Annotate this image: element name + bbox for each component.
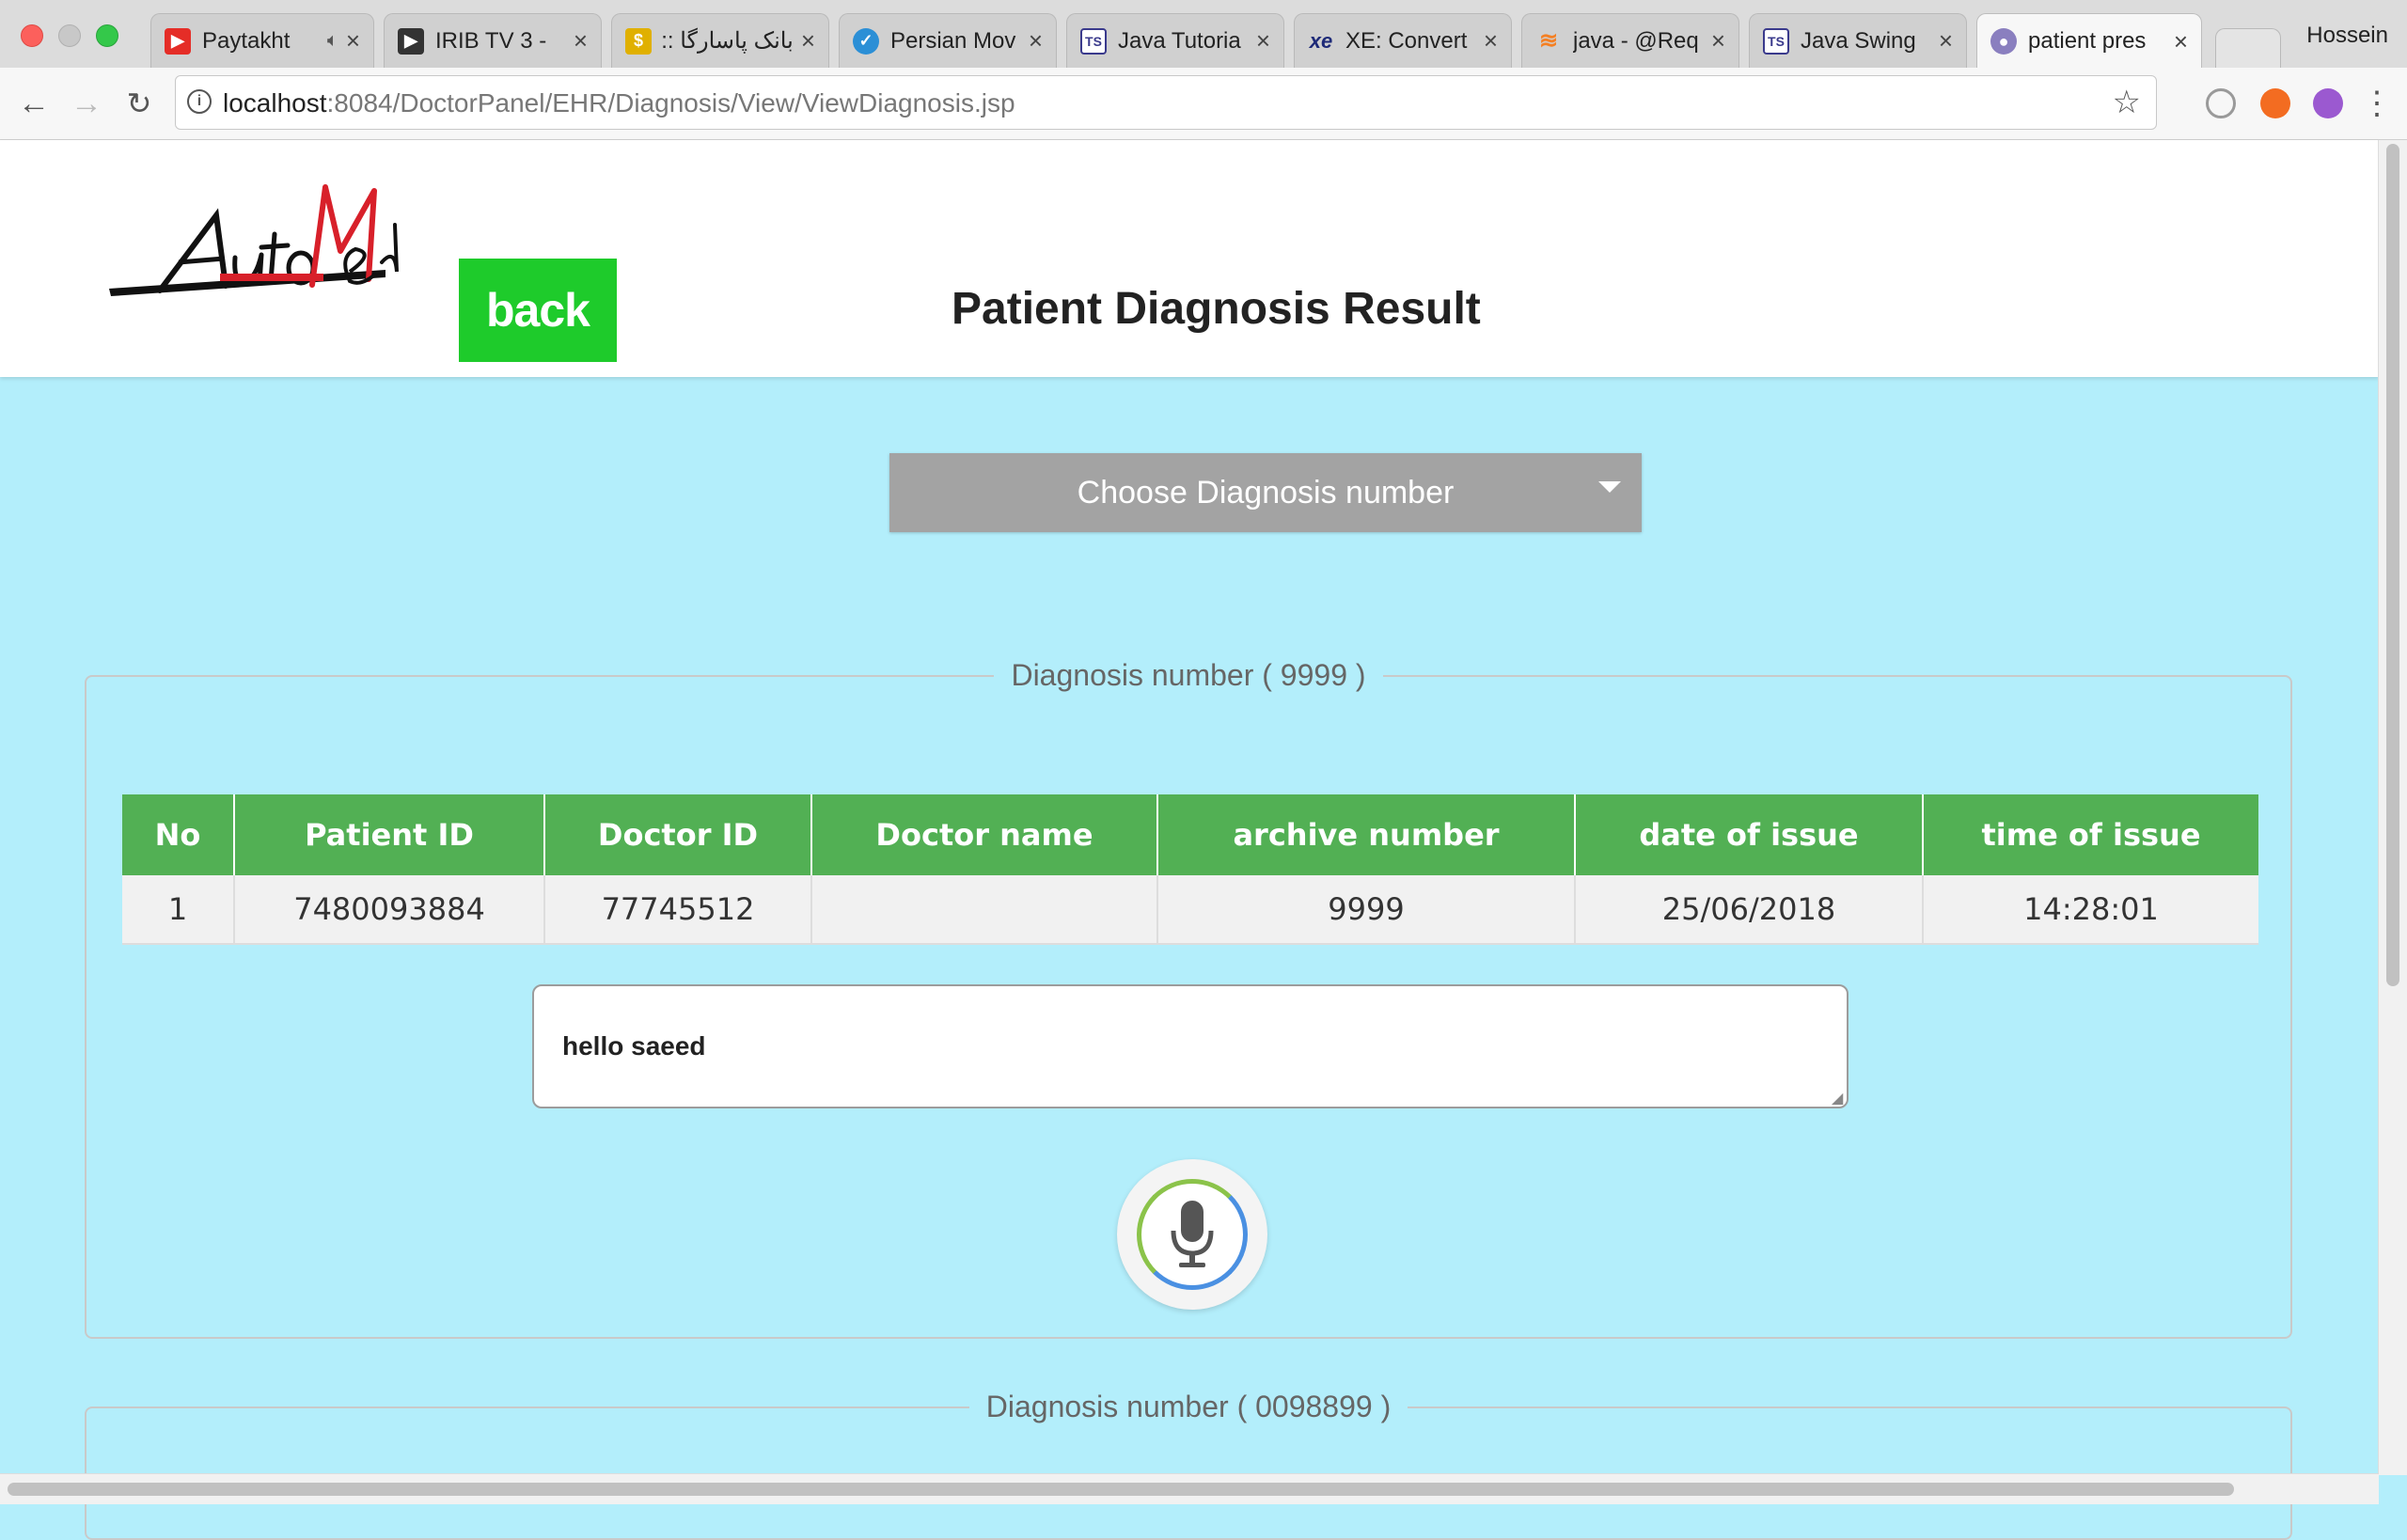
browser-tab[interactable]: $ بانک پاسارگا :: ×: [611, 13, 829, 68]
cell-no: 1: [122, 875, 235, 945]
avatar-icon: ●: [1990, 28, 2017, 55]
page-title: Patient Diagnosis Result: [952, 284, 1481, 334]
horizontal-scrollbar[interactable]: [0, 1473, 2379, 1504]
flame-extension-icon[interactable]: [2260, 88, 2290, 118]
browser-tab[interactable]: TS Java Tutoria ×: [1066, 13, 1284, 68]
tab-title: IRIB TV 3 -: [435, 27, 547, 54]
tab-title: patient pres: [2028, 28, 2147, 54]
close-icon[interactable]: ×: [1711, 26, 1725, 55]
column-header: time of issue: [1923, 794, 2258, 875]
table-row: 1 7480093884 77745512 9999 25/06/2018 14…: [122, 875, 2258, 945]
diagnosis-note-textarea[interactable]: hello saeed: [532, 984, 1849, 1108]
tab-title: بانک پاسارگا ::: [663, 28, 794, 54]
document-icon: TS: [1763, 27, 1789, 55]
maximize-window-button[interactable]: [96, 24, 118, 47]
column-header: Doctor ID: [544, 794, 812, 875]
tab-title: Paytakht: [202, 27, 291, 54]
play-icon: ▶: [398, 27, 424, 55]
tab-title: XE: Convert: [1345, 27, 1468, 54]
resize-grip-icon[interactable]: ◢: [1832, 1092, 1847, 1107]
close-icon[interactable]: ×: [346, 26, 360, 55]
url-path: :8084/DoctorPanel/EHR/Diagnosis/View/Vie…: [326, 88, 1015, 118]
browser-tab[interactable]: ✓ Persian Mov ×: [839, 13, 1057, 68]
menu-icon[interactable]: ⋮: [2358, 85, 2396, 122]
browser-tab[interactable]: ≋ java - @Req ×: [1521, 13, 1739, 68]
diagnosis-card: Diagnosis number ( 0098899 ): [85, 1390, 2292, 1540]
cell-patient-id: 7480093884: [234, 875, 545, 945]
bookmark-star-icon[interactable]: ☆: [2113, 84, 2141, 121]
column-header: date of issue: [1575, 794, 1924, 875]
tab-title: java - @Req: [1573, 27, 1699, 54]
browser-toolbar: ← → ↻ i localhost:8084/DoctorPanel/EHR/D…: [0, 68, 2407, 140]
diagnosis-card: Diagnosis number ( 9999 ) No Patient ID …: [85, 658, 2292, 1339]
bank-icon: $: [625, 27, 652, 55]
cell-time-of-issue: 14:28:01: [1923, 875, 2258, 945]
tab-title: Java Swing: [1801, 27, 1916, 54]
back-button[interactable]: back: [459, 259, 617, 362]
cell-doctor-name: [811, 875, 1158, 945]
info-icon[interactable]: i: [187, 89, 212, 114]
browser-tab[interactable]: TS Java Swing ×: [1749, 13, 1967, 68]
browser-tab[interactable]: ▶ IRIB TV 3 - ×: [384, 13, 602, 68]
browser-tab-active[interactable]: ● patient pres ×: [1976, 13, 2202, 69]
automed-logo[interactable]: [103, 168, 404, 309]
speaker-icon[interactable]: 🔈︎: [327, 30, 338, 52]
globe-icon: ✓: [853, 27, 879, 55]
close-icon[interactable]: ×: [1256, 26, 1270, 55]
caret-down-icon: [1598, 481, 1621, 493]
cell-archive-number: 9999: [1157, 875, 1576, 945]
cell-date-of-issue: 25/06/2018: [1575, 875, 1924, 945]
vpn-extension-icon[interactable]: [2313, 88, 2343, 118]
minimize-window-button[interactable]: [58, 24, 81, 47]
scrollbar-thumb[interactable]: [2386, 144, 2399, 986]
tab-title: Persian Mov: [890, 27, 1016, 54]
vertical-scrollbar[interactable]: [2378, 140, 2407, 1475]
close-icon[interactable]: ×: [801, 26, 815, 55]
dropdown-label: Choose Diagnosis number: [1077, 474, 1455, 511]
url-host: localhost: [223, 88, 327, 118]
url-text: localhost:8084/DoctorPanel/EHR/Diagnosis…: [223, 88, 1015, 118]
close-window-button[interactable]: [21, 24, 43, 47]
close-icon[interactable]: ×: [1484, 26, 1498, 55]
new-tab-button[interactable]: [2215, 28, 2281, 68]
column-header: No: [122, 794, 235, 875]
diagnosis-legend: Diagnosis number ( 9999 ): [1011, 658, 1366, 692]
close-icon[interactable]: ×: [574, 26, 588, 55]
browser-tab[interactable]: ▶ Paytakht 🔈︎ ×: [150, 13, 374, 68]
column-header: archive number: [1157, 794, 1576, 875]
mic-ring: [1137, 1179, 1248, 1290]
microphone-button[interactable]: [1117, 1159, 1267, 1310]
reload-icon[interactable]: ↻: [120, 85, 158, 122]
diagnosis-legend: Diagnosis number ( 0098899 ): [985, 1390, 1392, 1423]
table-header-row: No Patient ID Doctor ID Doctor name arch…: [122, 794, 2258, 875]
page-header: back Patient Diagnosis Result: [0, 140, 2379, 377]
stackoverflow-icon: ≋: [1538, 28, 1559, 54]
globe-extension-icon[interactable]: [2206, 88, 2236, 118]
tab-title: Java Tutoria: [1118, 27, 1241, 54]
diagnosis-number-dropdown[interactable]: Choose Diagnosis number: [889, 453, 1642, 532]
microphone-icon: [1171, 1201, 1214, 1267]
youtube-icon: ▶: [165, 27, 191, 55]
diagnosis-table: No Patient ID Doctor ID Doctor name arch…: [122, 794, 2258, 945]
profile-name[interactable]: Hossein: [2306, 23, 2388, 49]
document-icon: TS: [1080, 27, 1107, 55]
address-bar[interactable]: i localhost:8084/DoctorPanel/EHR/Diagnos…: [175, 75, 2157, 130]
close-icon[interactable]: ×: [2174, 27, 2188, 56]
column-header: Doctor name: [811, 794, 1158, 875]
close-icon[interactable]: ×: [1939, 26, 1953, 55]
forward-arrow-icon[interactable]: →: [68, 85, 105, 122]
cell-doctor-id: 77745512: [544, 875, 812, 945]
scrollbar-thumb[interactable]: [8, 1483, 2234, 1496]
browser-tab-strip: ▶ Paytakht 🔈︎ × ▶ IRIB TV 3 - × $ بانک پ…: [0, 0, 2407, 69]
xe-icon: xe: [1309, 28, 1333, 53]
back-arrow-icon[interactable]: ←: [15, 85, 53, 122]
browser-tab[interactable]: xe XE: Convert ×: [1294, 13, 1512, 68]
close-icon[interactable]: ×: [1029, 26, 1043, 55]
column-header: Patient ID: [234, 794, 545, 875]
